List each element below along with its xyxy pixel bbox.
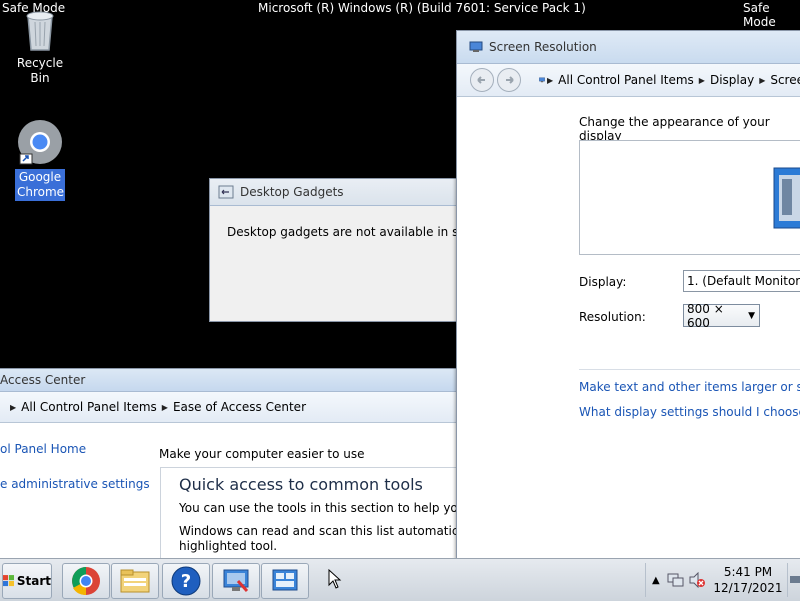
- resolution-dropdown[interactable]: 800 × 600 ▼: [683, 301, 760, 330]
- breadcrumb-ease-of-access[interactable]: Ease of Access Center: [173, 400, 306, 414]
- chrome-icon: [18, 120, 62, 165]
- clock-date: 12/17/2021: [713, 581, 783, 595]
- recycle-bin-icon: [26, 11, 54, 51]
- quick-access-box: Quick access to common tools You can use…: [160, 467, 469, 569]
- dialog-title-bar[interactable]: Desktop Gadgets: [210, 179, 470, 206]
- quick-access-heading: Quick access to common tools: [179, 475, 423, 494]
- show-desktop-button[interactable]: [787, 563, 800, 597]
- safe-mode-label-right: Safe Mode: [743, 1, 776, 29]
- clock[interactable]: 5:41 PM 12/17/2021: [710, 564, 786, 596]
- display-help-link[interactable]: What display settings should I choose?: [579, 405, 800, 419]
- taskbar-help-button[interactable]: ?: [162, 563, 210, 599]
- os-build-label: Microsoft (R) Windows (R) (Build 7601: S…: [258, 1, 586, 15]
- network-icon[interactable]: [666, 572, 684, 588]
- taskbar-chrome-button[interactable]: [62, 563, 110, 599]
- sidebar-link-control-panel-home[interactable]: ol Panel Home: [0, 442, 86, 456]
- breadcrumb-arrow-icon[interactable]: ▶: [547, 76, 553, 85]
- sidebar-link-admin-settings[interactable]: e administrative settings: [0, 477, 150, 491]
- volume-muted-icon[interactable]: [688, 572, 706, 588]
- display-label: Display:: [579, 275, 627, 289]
- text-size-link[interactable]: Make text and other items larger or smal…: [579, 380, 800, 394]
- ease-title-bar[interactable]: Access Center: [0, 369, 468, 392]
- show-hidden-icons-icon[interactable]: ▲: [652, 575, 660, 586]
- taskbar-control-panel-button[interactable]: [261, 563, 309, 599]
- window-title: Access Center: [0, 373, 86, 387]
- ease-of-access-window: Access Center ▶ All Control Panel Items …: [0, 368, 469, 570]
- desktop-icon-label: Recycle Bin: [16, 56, 64, 85]
- explorer-icon: [120, 569, 150, 593]
- breadcrumb-arrow-icon[interactable]: ▶: [699, 76, 705, 85]
- dialog-title: Desktop Gadgets: [240, 185, 344, 199]
- taskbar: Start ? ▲ 5:41 PM 12/17/2021: [0, 558, 800, 601]
- taskbar-display-button[interactable]: [212, 563, 260, 599]
- flag-icon: [790, 576, 800, 583]
- nav-buttons: [469, 67, 523, 93]
- monitor-icon[interactable]: [773, 167, 800, 229]
- window-title: Screen Resolution: [489, 40, 597, 54]
- taskbar-explorer-button[interactable]: [111, 563, 159, 599]
- display-select[interactable]: 1. (Default Monitor) o: [683, 270, 800, 292]
- desktop-icon-recycle-bin[interactable]: Recycle Bin: [5, 8, 75, 87]
- breadcrumb-arrow-icon[interactable]: ▶: [10, 403, 16, 412]
- breadcrumb-control-panel[interactable]: All Control Panel Items: [558, 73, 694, 87]
- breadcrumb-display[interactable]: Display: [710, 73, 754, 87]
- chevron-down-icon: ▼: [748, 310, 755, 321]
- desktop-gadgets-dialog: Desktop Gadgets Desktop gadgets are not …: [209, 178, 471, 322]
- remote-desktop-icon: [223, 569, 249, 593]
- windows-logo-icon: [3, 575, 15, 587]
- ease-address-bar[interactable]: ▶ All Control Panel Items ▶ Ease of Acce…: [0, 392, 468, 423]
- help-icon: ?: [171, 566, 201, 596]
- breadcrumb-screen-resolution[interactable]: Scree: [770, 73, 800, 87]
- gadgets-icon: [218, 185, 234, 199]
- page-title: Make your computer easier to use: [159, 447, 365, 461]
- display-icon: [469, 41, 483, 52]
- breadcrumb-arrow-icon[interactable]: ▶: [162, 403, 168, 412]
- desktop-icon-label: Google Chrome: [15, 169, 65, 201]
- dialog-message: Desktop gadgets are not available in saf…: [227, 225, 471, 239]
- resolution-value: 800 × 600: [687, 301, 724, 330]
- quick-access-line: Windows can read and scan this list auto…: [179, 524, 469, 538]
- svg-text:?: ?: [181, 571, 191, 592]
- chrome-icon: [72, 567, 100, 596]
- start-button[interactable]: Start: [2, 563, 52, 599]
- start-label: Start: [16, 574, 51, 588]
- breadcrumb-arrow-icon[interactable]: ▶: [759, 76, 765, 85]
- control-panel-icon: [539, 77, 545, 83]
- resolution-title-bar[interactable]: Screen Resolution: [457, 31, 800, 64]
- monitor-preview[interactable]: [579, 140, 800, 255]
- desktop-icon-google-chrome[interactable]: Google Chrome: [5, 118, 75, 201]
- resolution-address-bar[interactable]: ▶ All Control Panel Items ▶ Display ▶ Sc…: [457, 64, 800, 97]
- divider: [579, 369, 800, 370]
- mouse-cursor-icon: [328, 569, 342, 589]
- quick-access-line: You can use the tools in this section to…: [179, 501, 469, 515]
- quick-access-line: highlighted tool.: [179, 539, 278, 553]
- control-panel-icon: [272, 569, 298, 591]
- breadcrumb-control-panel[interactable]: All Control Panel Items: [21, 400, 157, 414]
- screen-resolution-window: Screen Resolution ▶ All Control Panel It…: [456, 30, 800, 562]
- page-heading: Change the appearance of your display: [579, 115, 770, 143]
- resolution-label: Resolution:: [579, 310, 646, 324]
- clock-time: 5:41 PM: [723, 565, 773, 579]
